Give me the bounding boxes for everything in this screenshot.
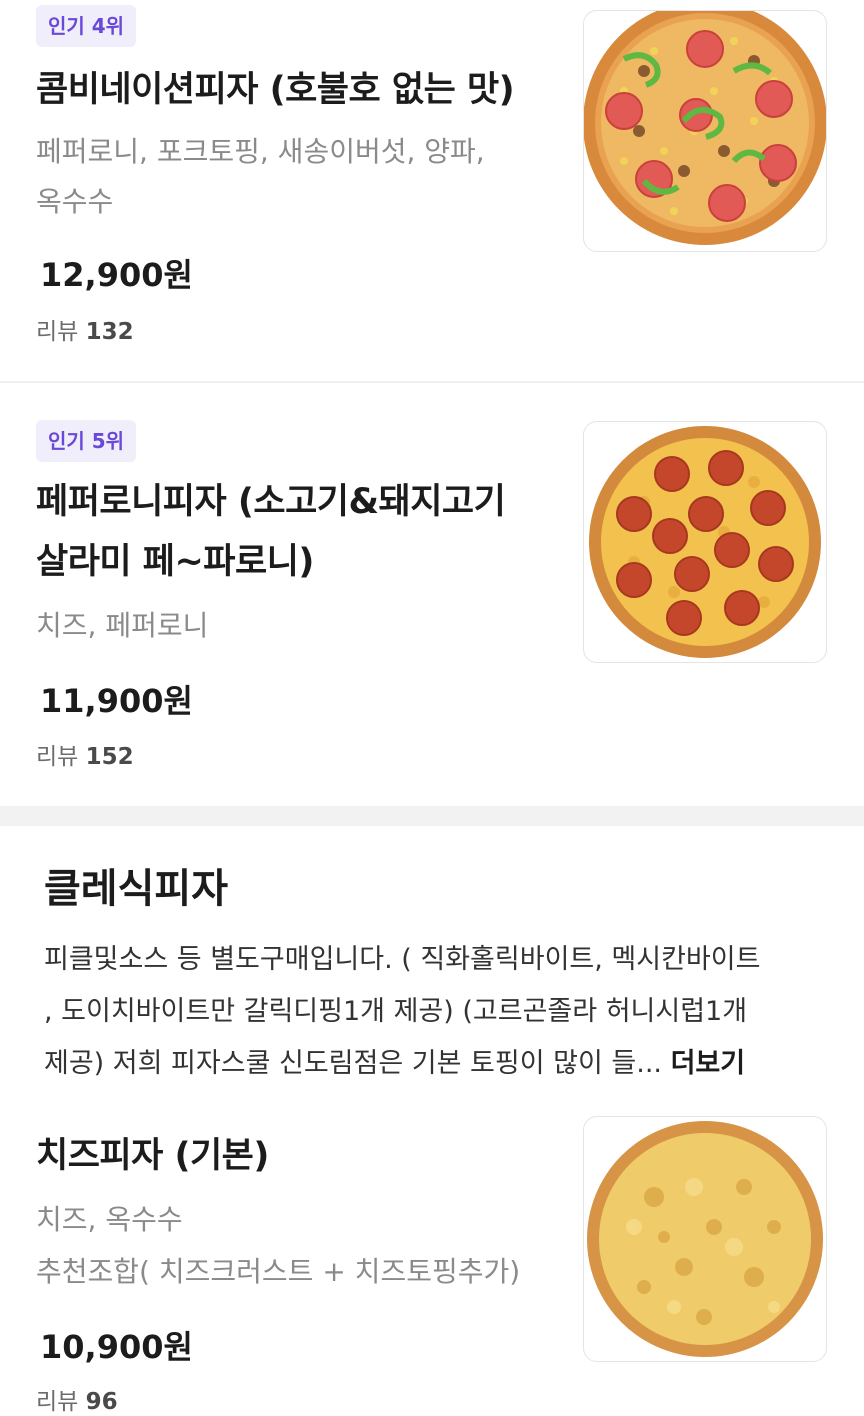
pepperoni-pizza-image — [589, 426, 821, 658]
section-description-line: , 도이치바이트만 갈릭디핑1개 제공) (고르곤졸라 허니시럽1개 — [44, 996, 748, 1027]
section-description: 피클및소스 등 별도구매입니다. ( 직화홀릭바이트, 멕시칸바이트 , 도이치… — [44, 934, 834, 1090]
review-number: 152 — [85, 744, 134, 770]
menu-item-image[interactable] — [583, 421, 827, 663]
menu-item-price: 11,900원 — [40, 682, 193, 720]
menu-item-image[interactable] — [583, 1116, 827, 1362]
review-count: 리뷰 96 — [36, 1382, 118, 1416]
combination-pizza-image — [584, 11, 826, 245]
section-title: 클레식피자 — [44, 866, 228, 912]
cheese-pizza-image — [587, 1121, 823, 1357]
menu-item-name-cont: 살라미 페~파로니) — [36, 542, 314, 582]
menu-item-name: 콤비네이션피자 (호불호 없는 맛) — [36, 70, 515, 110]
menu-item-price: 10,900원 — [40, 1328, 193, 1366]
review-count: 리뷰 152 — [36, 737, 134, 771]
divider — [0, 381, 864, 383]
review-label: 리뷰 — [36, 319, 79, 345]
menu-item-description-cont: 옥수수 — [36, 185, 114, 218]
review-label: 리뷰 — [36, 744, 79, 770]
menu-item-name: 치즈피자 (기본) — [36, 1136, 269, 1176]
menu-item-description: 페퍼로니, 포크토핑, 새송이버섯, 양파, — [36, 135, 485, 168]
menu-item-description-cont: 추천조합( 치즈크러스트 + 치즈토핑추가) — [36, 1255, 521, 1288]
section-description-line: 제공) 저희 피자스쿨 신도림점은 기본 토핑이 많이 들... 더보기 — [44, 1038, 834, 1090]
section-separator — [0, 806, 864, 826]
menu-item-image[interactable] — [583, 10, 827, 252]
review-count: 리뷰 132 — [36, 312, 134, 346]
menu-item-price: 12,900원 — [40, 256, 193, 294]
more-button[interactable]: 더보기 — [671, 1048, 746, 1079]
section-description-line: 피클및소스 등 별도구매입니다. ( 직화홀릭바이트, 멕시칸바이트 — [44, 944, 761, 975]
popularity-badge: 인기 5위 — [36, 420, 137, 462]
review-number: 96 — [85, 1389, 118, 1415]
popularity-badge: 인기 4위 — [36, 5, 137, 47]
menu-item-description: 치즈, 옥수수 — [36, 1203, 183, 1236]
review-label: 리뷰 — [36, 1389, 79, 1415]
review-number: 132 — [85, 319, 134, 345]
menu-item-cheese[interactable]: 치즈피자 (기본) 치즈, 옥수수 추천조합( 치즈크러스트 + 치즈토핑추가)… — [0, 1100, 864, 1415]
menu-item-pepperoni[interactable]: 인기 5위 페퍼로니피자 (소고기&돼지고기 살라미 페~파로니) 치즈, 페퍼… — [0, 384, 864, 806]
menu-item-combination[interactable]: 인기 4위 콤비네이션피자 (호불호 없는 맛) 페퍼로니, 포크토핑, 새송이… — [0, 0, 864, 384]
section-description-text: 제공) 저희 피자스쿨 신도림점은 기본 토핑이 많이 들... — [44, 1048, 662, 1079]
menu-item-description: 치즈, 페퍼로니 — [36, 609, 209, 642]
